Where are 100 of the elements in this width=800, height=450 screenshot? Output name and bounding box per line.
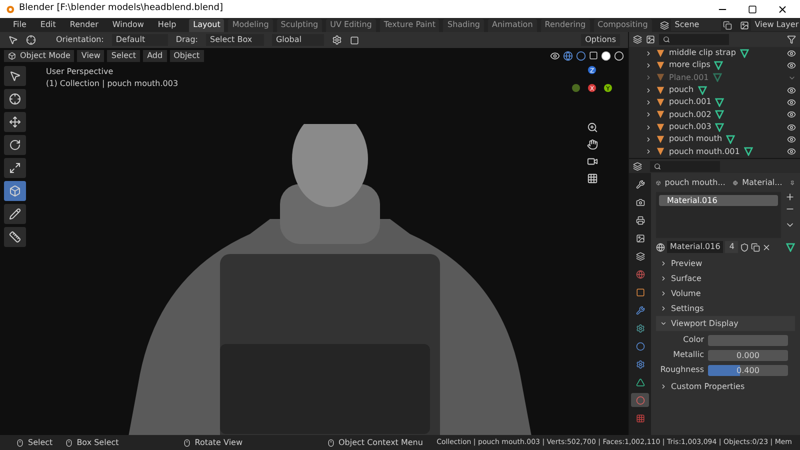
- eye-icon[interactable]: [787, 86, 796, 95]
- eye-icon[interactable]: [787, 147, 796, 156]
- material-datablock-field[interactable]: Material.016: [667, 241, 724, 253]
- maximize-icon[interactable]: [748, 4, 757, 14]
- workspace-tab[interactable]: Sculpting: [276, 18, 322, 32]
- panel-header[interactable]: Surface: [656, 271, 795, 286]
- mesh-data-icon: [740, 48, 749, 58]
- display-mode-icon[interactable]: [633, 35, 642, 44]
- hand-icon[interactable]: [586, 139, 598, 150]
- viewport-menu[interactable]: Object: [170, 50, 204, 62]
- search-field[interactable]: [650, 160, 720, 172]
- mode-dropdown[interactable]: Object Mode: [4, 50, 74, 62]
- color-swatch[interactable]: [708, 334, 788, 346]
- outliner-item[interactable]: pouch.002: [669, 108, 712, 121]
- outliner-item[interactable]: pouch.001: [669, 96, 712, 108]
- viewport-perspective: User Perspective: [46, 66, 114, 78]
- workspace-tab[interactable]: Layout: [189, 18, 224, 32]
- render-tab-icon: [636, 198, 644, 206]
- viewport-menu[interactable]: Select: [107, 50, 140, 62]
- menu-item[interactable]: File: [8, 19, 32, 31]
- data-tab-icon: [636, 378, 644, 386]
- orientation-label: Orientation:: [56, 34, 104, 46]
- close-icon[interactable]: [777, 4, 788, 14]
- search-field[interactable]: [659, 34, 729, 45]
- texture-tab-icon: [636, 414, 644, 422]
- transform-orientation-dropdown[interactable]: Global: [272, 34, 324, 46]
- window-title: Blender [F:\blender models\headblend.blend]: [19, 2, 223, 16]
- eye-icon[interactable]: [787, 122, 796, 132]
- move-tool-icon: [9, 116, 21, 128]
- eye-icon[interactable]: [787, 134, 796, 144]
- menu-item[interactable]: Window: [107, 19, 149, 31]
- options-dropdown[interactable]: Options: [581, 34, 620, 46]
- panel-header[interactable]: Custom Properties: [656, 379, 795, 394]
- view-layer-icon[interactable]: [740, 20, 749, 30]
- workspace-tab[interactable]: Compositing: [594, 18, 652, 32]
- outliner-item[interactable]: pouch: [669, 84, 694, 96]
- grid-icon[interactable]: [586, 173, 598, 184]
- select-tool-icon[interactable]: [8, 35, 18, 45]
- outliner-item[interactable]: pouch mouth: [669, 133, 722, 146]
- view-layer-field[interactable]: View Layer: [750, 19, 800, 31]
- mouse-icon: [16, 438, 24, 446]
- workspace-tab[interactable]: Modeling: [228, 18, 273, 32]
- eye-icon[interactable]: [787, 60, 796, 70]
- mouse-icon: [326, 438, 334, 446]
- workspace-tab[interactable]: UV Editing: [326, 18, 376, 32]
- scene-icon[interactable]: [660, 20, 669, 30]
- viewport-menu[interactable]: View: [77, 50, 104, 62]
- pivot-icon[interactable]: [26, 35, 36, 45]
- duplicate-icon[interactable]: [751, 242, 760, 252]
- object-name: pouch mouth...: [664, 177, 726, 189]
- fake-user-icon[interactable]: [740, 242, 750, 252]
- tool-button[interactable]: [4, 135, 26, 155]
- unlink-icon[interactable]: [762, 242, 772, 252]
- eye-icon[interactable]: [787, 110, 796, 120]
- search-icon: [663, 36, 670, 43]
- visibility-icon[interactable]: [550, 50, 560, 60]
- editor-type-icon[interactable]: [633, 162, 642, 170]
- user-count: 4: [725, 241, 738, 253]
- menu-item[interactable]: Help: [152, 19, 182, 31]
- mouse-icon: [182, 438, 191, 446]
- zoom-icon[interactable]: [586, 122, 598, 133]
- workspace-tab[interactable]: Rendering: [540, 18, 590, 32]
- workspace-tab[interactable]: Shading: [443, 18, 484, 32]
- object-icon: [656, 179, 661, 187]
- tool-button[interactable]: [4, 112, 26, 132]
- tool-button[interactable]: [4, 158, 26, 178]
- mouse-icon: [64, 438, 73, 446]
- status-hint: Select: [28, 436, 53, 448]
- drag-dropdown[interactable]: Select Box: [206, 34, 264, 46]
- outliner-item[interactable]: more clips: [669, 59, 710, 72]
- menu-item[interactable]: Edit: [35, 19, 61, 31]
- slider-field[interactable]: 0.000: [708, 350, 788, 360]
- material-slot[interactable]: Material.016: [659, 195, 778, 206]
- pin-icon[interactable]: [790, 179, 795, 187]
- rotate-tool-icon: [9, 139, 21, 151]
- tool-button[interactable]: [4, 89, 26, 109]
- outliner-item[interactable]: middle clip strap: [669, 47, 736, 60]
- eye-icon[interactable]: [787, 98, 796, 107]
- status-hint: Rotate View: [194, 436, 242, 448]
- tool-button[interactable]: [4, 66, 26, 86]
- tool-button[interactable]: [4, 227, 26, 247]
- panel-header[interactable]: Preview: [656, 256, 795, 271]
- camera-icon[interactable]: [586, 156, 598, 167]
- outliner-item[interactable]: pouch.003: [669, 121, 712, 134]
- workspace-tab[interactable]: Texture Paint: [380, 18, 440, 32]
- viewport-menu[interactable]: Add: [143, 50, 167, 62]
- workspace-tab[interactable]: Animation: [488, 18, 537, 32]
- output-tab-icon: [636, 216, 644, 224]
- orientation-dropdown[interactable]: Default: [112, 34, 168, 46]
- add-slot-icon[interactable]: [785, 192, 795, 202]
- outliner-item[interactable]: pouch mouth.001: [669, 146, 740, 158]
- eye-icon[interactable]: [787, 48, 796, 58]
- panel-header[interactable]: Viewport Display: [656, 316, 795, 331]
- scene-field[interactable]: Scene: [670, 19, 721, 31]
- copy-icon[interactable]: [722, 20, 732, 30]
- panel-header[interactable]: Settings: [656, 301, 795, 316]
- menu-item[interactable]: Render: [64, 19, 104, 31]
- tool-button[interactable]: [4, 204, 26, 224]
- status-hint: Object Context Menu: [338, 436, 423, 448]
- panel-header[interactable]: Volume: [656, 286, 795, 301]
